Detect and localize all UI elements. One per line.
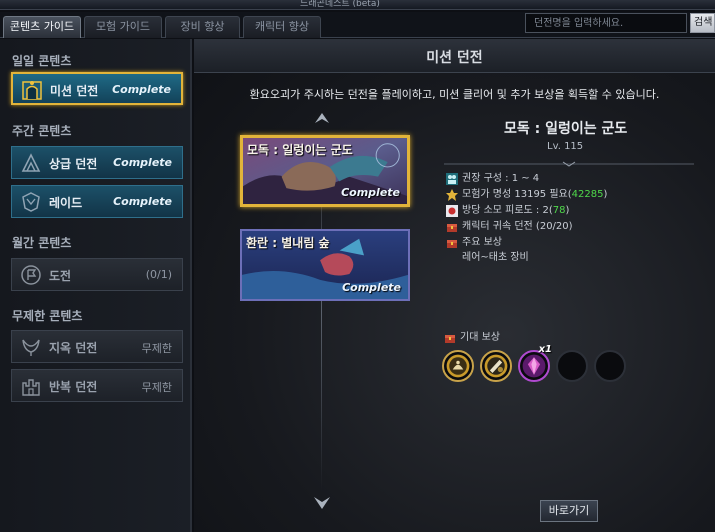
fame-close-paren: ) (603, 189, 608, 200)
tab-content-guide[interactable]: 콘텐츠 가이드 (3, 16, 81, 38)
completion-status: Complete (113, 156, 172, 169)
unlimited-status: 무제한 (141, 381, 172, 394)
monthly-content-heading: 월간 콘텐츠 (12, 236, 72, 250)
reward-slot-scroll-coin[interactable] (480, 350, 512, 382)
reward-slot-empty (594, 350, 626, 382)
unlimited-status: 무제한 (141, 342, 172, 355)
mission-dungeon-panel: 미션 던전 환요오괴가 주시하는 던전을 플레이하고, 미션 클리어 및 추가 … (194, 39, 715, 532)
fame-requirement-row: 모험가 명성 13195 필요(42285) (446, 187, 607, 203)
go-to-dungeon-button[interactable]: 바로가기 (540, 500, 598, 522)
party-icon (446, 173, 458, 185)
completion-status: Complete (113, 195, 172, 208)
fatigue-icon (446, 205, 458, 217)
search-button[interactable]: 검색 (690, 13, 715, 33)
dungeon-detail-title: 모독 : 일렁이는 군도 (504, 121, 628, 137)
main-reward-value: 레어~태초 장비 (462, 252, 529, 263)
character-bound-row: 캐릭터 귀속 던전 (20/20) (446, 219, 607, 235)
dungeon-card[interactable]: 환란 : 별내림 숲 Complete (240, 229, 410, 301)
sidebar-item-hell-dungeon[interactable]: 지옥 던전 무제한 (11, 330, 183, 363)
dungeon-level: Lv. 115 (547, 141, 584, 152)
scroll-up-arrow-icon[interactable] (314, 111, 330, 125)
sidebar-item-raid[interactable]: 레이드 Complete (11, 185, 183, 218)
completion-status: Complete (112, 83, 171, 96)
fatigue-row: 방당 소모 피로도 : 2(78) (446, 203, 607, 219)
fame-icon (446, 189, 458, 201)
sidebar-item-label: 반복 던전 (49, 380, 98, 394)
reward-chest-icon (445, 335, 455, 343)
horns-icon (22, 339, 40, 356)
sidebar-item-challenge[interactable]: 도전 (0/1) (11, 258, 183, 291)
crest-icon (22, 192, 40, 212)
gate-icon (22, 81, 42, 100)
sidebar-item-label: 도전 (49, 269, 72, 283)
reward-slot-gold-bag[interactable] (442, 350, 474, 382)
daily-content-heading: 일일 콘텐츠 (12, 54, 72, 68)
sidebar-item-label: 상급 던전 (49, 157, 98, 171)
window-title-strip: 드래곤네스트 (beta) (0, 0, 715, 10)
sidebar-item-repeat-dungeon[interactable]: 반복 던전 무제한 (11, 369, 183, 402)
sidebar-item-advanced-dungeon[interactable]: 상급 던전 Complete (11, 146, 183, 179)
tab-adventure-guide[interactable]: 모험 가이드 (84, 16, 162, 38)
main-reward-label: 주요 보상 (462, 237, 502, 248)
fatigue-remaining-value: 78 (552, 205, 566, 216)
dungeon-info-list: 권장 구성 : 1 ~ 4 모험가 명성 13195 필요(42285) 방당 … (446, 171, 607, 265)
purple-crystal-icon (522, 354, 546, 378)
dungeon-name: 환란 : 별내림 숲 (246, 236, 330, 250)
reward-slot-purple-crystal[interactable]: x1 (518, 344, 552, 382)
current-fame-value: 42285 (571, 189, 604, 200)
completion-status: Complete (341, 186, 400, 199)
party-size-row: 권장 구성 : 1 ~ 4 (446, 171, 607, 187)
scroll-coin-icon (484, 354, 508, 378)
reward-count: x1 (538, 344, 552, 355)
dungeon-card-selected[interactable]: 모독 : 일렁이는 군도 Complete (240, 135, 410, 207)
guide-tab-bar: 콘텐츠 가이드 모험 가이드 장비 향상 캐릭터 향상 검색 (0, 12, 715, 38)
detail-divider (444, 161, 694, 167)
party-size-text: 권장 구성 : 1 ~ 4 (462, 173, 540, 184)
scroll-down-arrow-icon[interactable] (313, 495, 331, 511)
completion-status: Complete (342, 281, 401, 294)
dungeon-search-input[interactable] (525, 13, 687, 33)
sidebar-item-label: 지옥 던전 (49, 341, 98, 355)
sidebar-item-label: 레이드 (49, 196, 83, 210)
fatigue-close-paren: ) (565, 205, 570, 216)
fatigue-text: 방당 소모 피로도 : 2( (462, 205, 553, 216)
weekly-content-heading: 주간 콘텐츠 (12, 124, 72, 138)
window-title: 드래곤네스트 (beta) (300, 0, 380, 9)
panel-description: 환요오괴가 주시하는 던전을 플레이하고, 미션 클리어 및 추가 보상을 획득… (249, 88, 660, 101)
flag-icon (21, 265, 41, 285)
reward-chest-icon (447, 240, 457, 248)
fame-requirement-text: 모험가 명성 13195 필요( (462, 189, 572, 200)
peak-icon (21, 153, 41, 172)
tab-equipment-upgrade[interactable]: 장비 향상 (165, 16, 240, 38)
panel-header: 미션 던전 (194, 39, 715, 73)
reward-slot-empty (556, 350, 588, 382)
castle-icon (22, 379, 40, 396)
unlimited-content-heading: 무제한 콘텐츠 (12, 309, 83, 323)
expected-reward-label: 기대 보상 (444, 331, 500, 345)
chest-icon (447, 224, 457, 232)
sidebar-item-mission-dungeon[interactable]: 미션 던전 Complete (11, 72, 183, 105)
dungeon-name: 모독 : 일렁이는 군도 (247, 143, 353, 157)
progress-count: (0/1) (145, 268, 172, 281)
character-bound-text: 캐릭터 귀속 던전 (20/20) (462, 221, 573, 232)
gold-bag-icon (446, 354, 470, 378)
page-title: 미션 던전 (426, 50, 483, 66)
content-category-sidebar: 일일 콘텐츠 미션 던전 Complete 주간 콘텐츠 상급 던전 Compl… (0, 39, 192, 532)
tab-character-upgrade[interactable]: 캐릭터 향상 (243, 16, 321, 38)
main-reward-row: 주요 보상 (446, 235, 607, 251)
expected-reward-text: 기대 보상 (460, 332, 500, 343)
sidebar-item-label: 미션 던전 (50, 84, 99, 98)
